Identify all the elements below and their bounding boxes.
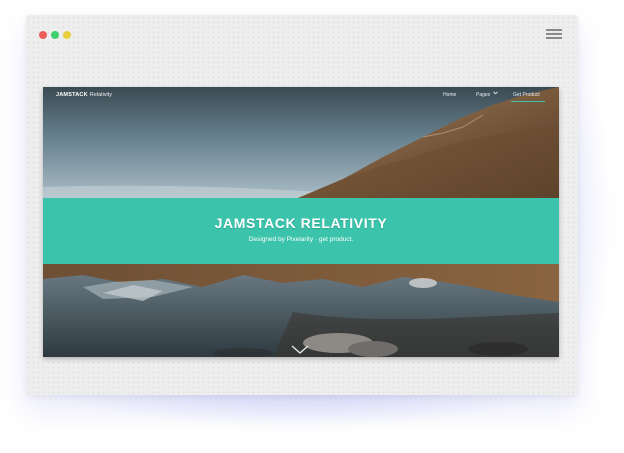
zoom-dot-icon[interactable] <box>63 31 71 39</box>
scroll-down-chevron-icon[interactable] <box>291 345 309 355</box>
site-logo[interactable]: JAMSTACK Relativity <box>56 92 112 98</box>
nav-link-pages[interactable]: Pages <box>476 91 499 98</box>
hero-subtitle: Designed by Pixelarity · get product. <box>248 236 354 243</box>
active-nav-underline <box>511 101 545 103</box>
nav-link-home[interactable]: Home <box>443 92 456 98</box>
minimize-dot-icon[interactable] <box>51 31 59 39</box>
brand-name: JAMSTACK <box>56 92 88 98</box>
hamburger-icon[interactable] <box>546 28 562 40</box>
nav-link-get-product[interactable]: Get Product <box>513 92 540 98</box>
chevron-down-icon <box>493 91 499 95</box>
website-preview: JAMSTACK Relativity Home Pages Get Produc… <box>43 87 559 357</box>
close-dot-icon[interactable] <box>39 31 47 39</box>
hero-banner: JAMSTACK RELATIVITY Designed by Pixelari… <box>43 198 559 264</box>
browser-window: JAMSTACK Relativity Home Pages Get Produc… <box>26 15 578 395</box>
hero-title: JAMSTACK RELATIVITY <box>214 215 388 231</box>
nav-link-pages-label: Pages <box>476 92 491 98</box>
brand-tagline: Relativity <box>89 92 113 98</box>
